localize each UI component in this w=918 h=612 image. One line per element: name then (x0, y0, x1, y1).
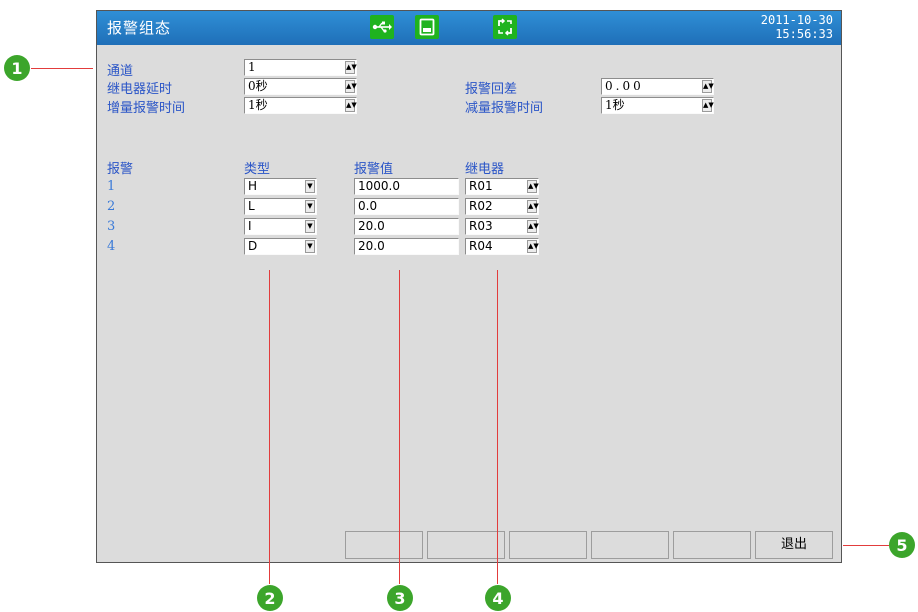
inc-alarm-time-spinbox[interactable]: 1秒 ▲▼ (244, 97, 357, 114)
hysteresis-value: 0.00 (605, 79, 644, 93)
channel-spinbox[interactable]: 1 ▲▼ (244, 59, 357, 76)
dropdown-arrow-icon[interactable]: ▼ (305, 180, 315, 193)
relay-spinbox[interactable]: R03 ▲▼ (465, 218, 539, 235)
alarm-value-text: 20.0 (358, 219, 385, 233)
title-bar: 报警组态 2011-10-30 15:56:33 (97, 11, 841, 45)
spin-arrows-icon[interactable]: ▲▼ (345, 61, 357, 74)
header-alarm-value: 报警值 (354, 162, 394, 177)
alarm-row-number: 4 (107, 239, 116, 254)
spin-arrows-icon[interactable]: ▲▼ (702, 80, 714, 93)
spin-arrows-icon[interactable]: ▲▼ (527, 240, 539, 253)
alarm-type-value: D (248, 239, 258, 253)
relay-value: R04 (469, 239, 493, 253)
date-text: 2011-10-30 (760, 13, 833, 27)
alarm-value-text: 0.0 (358, 199, 378, 213)
callout-2: 2 (257, 585, 283, 611)
callout-line-5 (843, 545, 889, 546)
channel-label: 通道 (107, 64, 134, 79)
spin-arrows-icon[interactable]: ▲▼ (345, 99, 357, 112)
alarm-value-input[interactable]: 1000.0 (354, 178, 459, 195)
callout-line-4 (497, 270, 498, 584)
function-key-4[interactable] (591, 531, 669, 559)
callout-line-2 (269, 270, 270, 584)
inc-alarm-time-label: 增量报警时间 (107, 101, 186, 116)
function-key-2[interactable] (427, 531, 505, 559)
hysteresis-label: 报警回差 (465, 82, 518, 97)
header-type: 类型 (244, 162, 271, 177)
spin-arrows-icon[interactable]: ▲▼ (345, 80, 357, 93)
function-key-1[interactable] (345, 531, 423, 559)
dropdown-arrow-icon[interactable]: ▼ (305, 200, 315, 213)
sync-icon (493, 15, 517, 39)
exit-button[interactable]: 退出 (755, 531, 833, 559)
callout-3: 3 (387, 585, 413, 611)
relay-spinbox[interactable]: R02 ▲▼ (465, 198, 539, 215)
relay-delay-label: 继电器延时 (107, 82, 173, 97)
dropdown-arrow-icon[interactable]: ▼ (305, 240, 315, 253)
time-text: 15:56:33 (775, 27, 833, 41)
relay-delay-spinbox[interactable]: 0秒 ▲▼ (244, 78, 357, 95)
datetime-display: 2011-10-30 15:56:33 (761, 13, 833, 41)
relay-spinbox[interactable]: R01 ▲▼ (465, 178, 539, 195)
callout-4: 4 (485, 585, 511, 611)
callout-1: 1 (4, 55, 30, 81)
alarm-value-input[interactable]: 20.0 (354, 238, 459, 255)
dec-alarm-time-value: 1秒 (605, 98, 625, 112)
usb-icon (370, 15, 394, 39)
dropdown-arrow-icon[interactable]: ▼ (305, 220, 315, 233)
channel-value: 1 (248, 60, 256, 74)
relay-value: R03 (469, 219, 493, 233)
alarm-value-text: 1000.0 (358, 179, 400, 193)
spin-arrows-icon[interactable]: ▲▼ (527, 180, 539, 193)
relay-delay-value: 0秒 (248, 79, 268, 93)
alarm-value-input[interactable]: 20.0 (354, 218, 459, 235)
relay-value: R02 (469, 199, 493, 213)
window-title: 报警组态 (107, 19, 172, 37)
relay-value: R01 (469, 179, 493, 193)
alarm-type-value: I (248, 219, 252, 233)
alarm-type-select[interactable]: I ▼ (244, 218, 317, 235)
function-key-3[interactable] (509, 531, 587, 559)
alarm-value-input[interactable]: 0.0 (354, 198, 459, 215)
alarm-type-value: L (248, 199, 255, 213)
dec-alarm-time-label: 减量报警时间 (465, 101, 544, 116)
callout-5: 5 (889, 532, 915, 558)
alarm-type-select[interactable]: L ▼ (244, 198, 317, 215)
alarm-type-select[interactable]: D ▼ (244, 238, 317, 255)
header-alarm: 报警 (107, 162, 134, 177)
function-key-5[interactable] (673, 531, 751, 559)
alarm-type-select[interactable]: H ▼ (244, 178, 317, 195)
alarm-row-number: 2 (107, 199, 116, 214)
storage-card-icon (415, 15, 439, 39)
spin-arrows-icon[interactable]: ▲▼ (527, 200, 539, 213)
function-key-bar: 退出 (345, 531, 837, 559)
dec-alarm-time-spinbox[interactable]: 1秒 ▲▼ (601, 97, 714, 114)
device-screen: 报警组态 2011-10-30 15:56:33 通道 1 ▲▼ 继电器延时 0… (96, 10, 842, 563)
relay-spinbox[interactable]: R04 ▲▼ (465, 238, 539, 255)
alarm-value-text: 20.0 (358, 239, 385, 253)
callout-line-1 (31, 68, 93, 69)
alarm-row-number: 1 (107, 179, 116, 194)
hysteresis-spinbox[interactable]: 0.00 ▲▼ (601, 78, 714, 95)
spin-arrows-icon[interactable]: ▲▼ (702, 99, 714, 112)
alarm-row-number: 3 (107, 219, 116, 234)
inc-alarm-time-value: 1秒 (248, 98, 268, 112)
spin-arrows-icon[interactable]: ▲▼ (527, 220, 539, 233)
alarm-type-value: H (248, 179, 258, 193)
callout-line-3 (399, 270, 400, 584)
header-relay: 继电器 (465, 162, 505, 177)
